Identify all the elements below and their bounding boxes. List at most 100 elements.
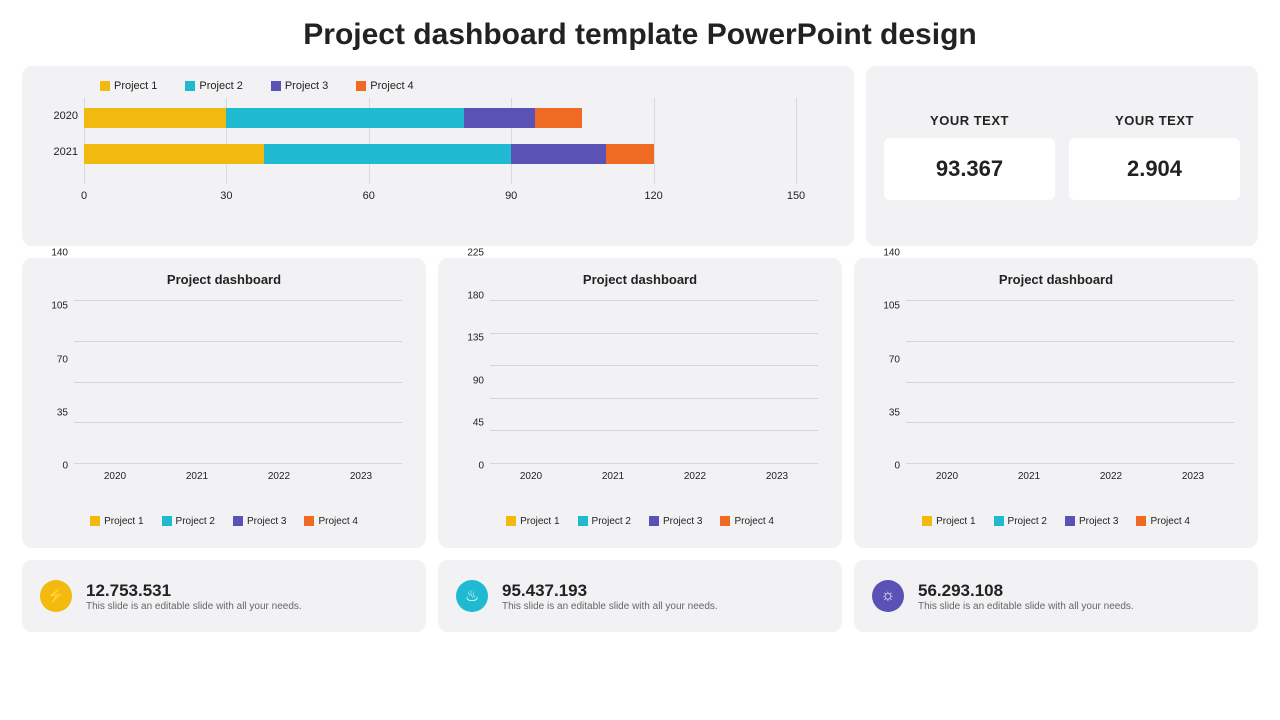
kpi-label: YOUR TEXT (930, 113, 1009, 128)
hbar-xlabel: 60 (363, 190, 375, 202)
bar-segment (264, 144, 511, 164)
swatch-icon (356, 81, 366, 91)
row-stats: ⚡ 12.753.531 This slide is an editable s… (22, 560, 1258, 632)
chart-title: Project dashboard (456, 272, 824, 287)
legend-item: Project 1 (506, 516, 559, 527)
stat-value: 95.437.193 (502, 581, 718, 601)
vbar-ylabel: 45 (456, 418, 484, 429)
vbar-xlabel: 2022 (268, 471, 290, 482)
vbar-card-2: Project dashboard 2020202120222023045901… (438, 258, 842, 548)
vbar-ylabel: 0 (40, 461, 68, 472)
vbar-legend: Project 1 Project 2 Project 3 Project 4 (456, 508, 824, 534)
legend-label: Project 3 (285, 80, 328, 92)
swatch-icon (649, 516, 659, 526)
vbar-ylabel: 105 (40, 301, 68, 312)
vbar-xlabel: 2021 (1018, 471, 1040, 482)
stat-value: 56.293.108 (918, 581, 1134, 601)
stat-desc: This slide is an editable slide with all… (502, 601, 718, 612)
vbar-xlabel: 2020 (520, 471, 542, 482)
vbar-ylabel: 0 (456, 461, 484, 472)
legend-label: Project 2 (199, 80, 242, 92)
slide: Project dashboard template PowerPoint de… (0, 0, 1280, 720)
vbar-ylabel: 35 (872, 407, 900, 418)
swatch-icon (271, 81, 281, 91)
vbar-ylabel: 90 (456, 375, 484, 386)
hbar-chart: 202020210306090120150 (40, 98, 836, 208)
vbar-legend: Project 1 Project 2 Project 3 Project 4 (40, 508, 408, 534)
kpi: YOUR TEXT 2.904 (1069, 80, 1240, 232)
swatch-icon (720, 516, 730, 526)
vbar-card-1: Project dashboard 2020202120222023035701… (22, 258, 426, 548)
vbar-legend-items: Project 1 Project 2 Project 3 Project 4 (506, 516, 774, 527)
vbar-xlabel: 2020 (104, 471, 126, 482)
legend-label: Project 2 (176, 516, 215, 527)
legend-label: Project 4 (370, 80, 413, 92)
vbar-ylabel: 0 (872, 461, 900, 472)
swatch-icon (1136, 516, 1146, 526)
vbar-ylabel: 105 (872, 301, 900, 312)
vbar-xlabel: 2020 (936, 471, 958, 482)
vbar-ylabel: 180 (456, 290, 484, 301)
legend-label: Project 4 (1150, 516, 1189, 527)
swatch-icon (506, 516, 516, 526)
legend-item: Project 4 (356, 80, 413, 92)
hbar-xlabel: 30 (220, 190, 232, 202)
stat-card: ⚡ 12.753.531 This slide is an editable s… (22, 560, 426, 632)
legend-label: Project 1 (104, 516, 143, 527)
kpi-value: 93.367 (884, 138, 1055, 200)
vbar-legend-items: Project 1Project 2Project 3Project 4 (922, 516, 1190, 527)
hbar-legend: Project 1 Project 2 Project 3 Project 4 (100, 80, 836, 92)
legend-label: Project 1 (520, 516, 559, 527)
vbar-chart: 202020212022202303570105140 (40, 295, 408, 508)
vbar-ylabel: 70 (40, 354, 68, 365)
legend-item: Project 1 (100, 80, 157, 92)
chart-title: Project dashboard (872, 272, 1240, 287)
kpi-value: 2.904 (1069, 138, 1240, 200)
legend-label: Project 3 (247, 516, 286, 527)
legend-item: Project 4 (720, 516, 773, 527)
vbar-ylabel: 140 (40, 248, 68, 259)
hbar-card: Project 1 Project 2 Project 3 Project 4 … (22, 66, 854, 246)
legend-label: Project 2 (592, 516, 631, 527)
hbar-xlabel: 120 (644, 190, 662, 202)
swatch-icon (90, 516, 100, 526)
flame-icon: ♨ (456, 580, 488, 612)
vbar-xlabel: 2022 (1100, 471, 1122, 482)
legend-item: Project 2 (185, 80, 242, 92)
legend-item: Project 4 (304, 516, 357, 527)
legend-label: Project 3 (663, 516, 702, 527)
swatch-icon (304, 516, 314, 526)
swatch-icon (578, 516, 588, 526)
bar-segment (606, 144, 653, 164)
hbar-xlabel: 90 (505, 190, 517, 202)
page-title: Project dashboard template PowerPoint de… (22, 18, 1258, 52)
legend-label: Project 1 (114, 80, 157, 92)
legend-label: Project 3 (1079, 516, 1118, 527)
swatch-icon (994, 516, 1004, 526)
legend-label: Project 4 (318, 516, 357, 527)
vbar-chart: 202020212022202303570105140 (872, 295, 1240, 508)
swatch-icon (162, 516, 172, 526)
bar-segment (226, 108, 463, 128)
swatch-icon (100, 81, 110, 91)
vbar-xlabel: 2021 (186, 471, 208, 482)
swatch-icon (1065, 516, 1075, 526)
bar-segment (535, 108, 582, 128)
vbar-xlabel: 2022 (684, 471, 706, 482)
kpi-card: YOUR TEXT 93.367 YOUR TEXT 2.904 (866, 66, 1258, 246)
legend-item: Project 1 (922, 516, 975, 527)
hbar-row (84, 108, 796, 128)
vbar-legend: Project 1Project 2Project 3Project 4 (872, 508, 1240, 534)
bar-segment (84, 108, 226, 128)
hbar-xlabel: 150 (787, 190, 805, 202)
legend-item: Project 3 (649, 516, 702, 527)
vbar-card-3: Project dashboard 2020202120222023035701… (854, 258, 1258, 548)
bulb-icon: ☼ (872, 580, 904, 612)
legend-item: Project 3 (233, 516, 286, 527)
stat-card: ☼ 56.293.108 This slide is an editable s… (854, 560, 1258, 632)
swatch-icon (185, 81, 195, 91)
stat-desc: This slide is an editable slide with all… (86, 601, 302, 612)
hbar-ylabel: 2020 (40, 110, 78, 122)
hbar-row (84, 144, 796, 164)
swatch-icon (233, 516, 243, 526)
